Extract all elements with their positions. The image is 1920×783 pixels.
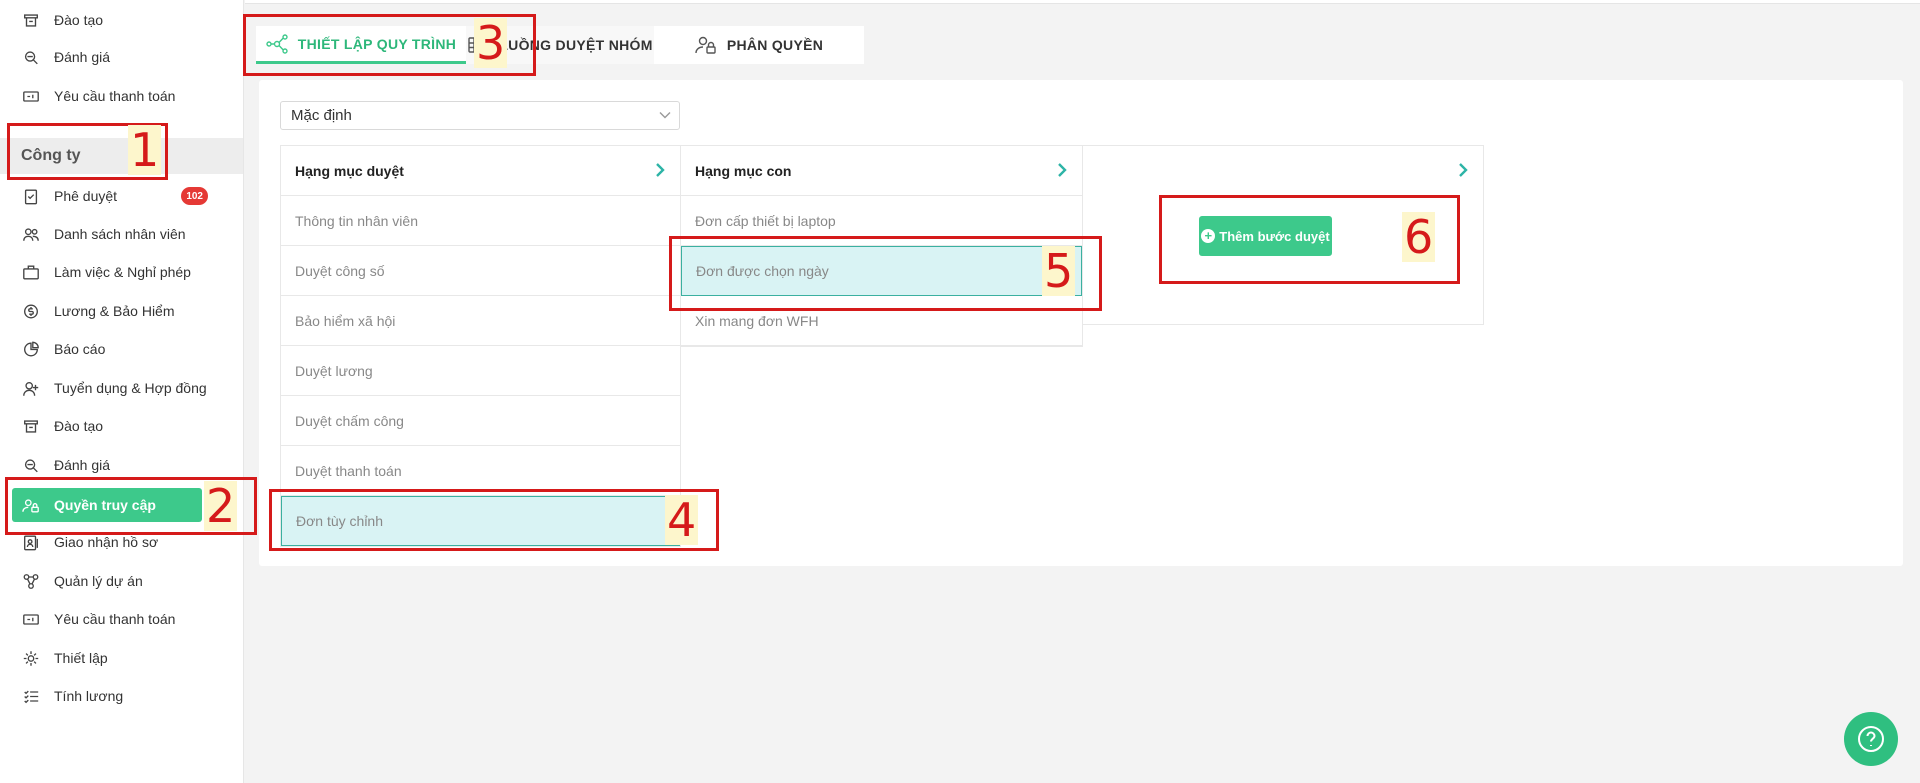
sidebar-item-label: Giao nhận hồ sơ [54,534,159,550]
sidebar-item-project[interactable]: Quản lý dự án [12,565,232,597]
user-lock-icon [695,36,716,54]
project-icon [12,572,40,591]
column-header [1083,146,1483,196]
sidebar-item-payment[interactable]: Yêu cầu thanh toán [12,603,232,635]
sidebar-item-label: Làm việc & Nghỉ phép [54,264,191,280]
sidebar: Đào tạo Đánh giá Yêu cầu thanh toán Công… [0,0,244,783]
sidebar-item-payroll[interactable]: Tính lương [12,680,232,712]
column-header: Hạng mục duyệt [281,146,680,196]
annotation-box-5 [669,236,1102,311]
sidebar-item-approval[interactable]: Phê duyệt 102 [12,180,232,212]
list-item[interactable]: Duyệt lương [281,346,680,396]
work-leave-icon [12,263,40,282]
training-icon [12,11,40,30]
report-icon [12,340,40,359]
sidebar-item-evaluation-top[interactable]: Đánh giá [12,41,232,73]
recruitment-icon [12,379,40,398]
annotation-number-5: 5 [1042,244,1076,298]
chevron-right-icon[interactable] [1056,162,1068,178]
tab-label: PHÂN QUYỀN [726,37,824,53]
sidebar-item-report[interactable]: Báo cáo [12,333,232,365]
payroll-icon [12,687,40,706]
chevron-down-icon [659,112,671,119]
dropdown-value: Mặc định [291,107,352,124]
sidebar-item-label: Thiết lập [54,650,108,666]
list-item[interactable]: Thông tin nhân viên [281,196,680,246]
sidebar-item-label: Đánh giá [54,457,111,473]
tab-permissions[interactable]: PHÂN QUYỀN [654,26,864,64]
sidebar-item-label: Quản lý dự án [54,573,143,589]
sidebar-item-employees[interactable]: Danh sách nhân viên [12,218,232,250]
documents-icon [12,533,40,552]
sidebar-item-label: Đào tạo [54,12,104,28]
help-icon [1858,726,1884,752]
workflow-dropdown[interactable]: Mặc định [280,101,680,130]
annotation-number-6: 6 [1402,210,1436,264]
sidebar-item-label: Danh sách nhân viên [54,226,186,242]
sidebar-item-settings[interactable]: Thiết lập [12,642,232,674]
sidebar-item-label: Yêu cầu thanh toán [54,611,176,627]
sidebar-item-label: Lương & Bảo Hiểm [54,303,175,319]
annotation-number-2: 2 [204,479,238,533]
sidebar-item-label: Tuyển dụng & Hợp đồng [54,380,207,396]
column-header: Hạng mục con [681,146,1082,196]
employees-icon [12,225,40,244]
approval-count-badge: 102 [181,187,208,205]
approval-icon [12,187,40,206]
sidebar-item-salary[interactable]: Lương & Bảo Hiểm [12,295,232,327]
sidebar-item-label: Tính lương [54,688,124,704]
evaluation-icon [12,456,40,475]
sidebar-item-recruitment[interactable]: Tuyển dụng & Hợp đồng [12,372,232,404]
chevron-right-icon[interactable] [654,162,666,178]
settings-icon [12,649,40,668]
sidebar-item-payment-top[interactable]: Yêu cầu thanh toán [12,80,232,112]
payment-icon [12,87,40,106]
training-icon [12,417,40,436]
annotation-number-4: 4 [665,493,699,547]
top-bar [245,0,1920,4]
salary-icon [12,302,40,321]
help-button[interactable] [1844,712,1898,766]
sidebar-item-label: Đào tạo [54,418,104,434]
approval-category-column: Hạng mục duyệt Thông tin nhân viên Duyệt… [280,145,681,547]
payment-icon [12,610,40,629]
sidebar-item-label: Đánh giá [54,49,111,65]
sidebar-item-label: Phê duyệt [54,188,118,204]
sidebar-item-label: Yêu cầu thanh toán [54,88,176,104]
list-item[interactable]: Duyệt chấm công [281,396,680,446]
annotation-number-1: 1 [128,123,162,177]
chevron-right-icon[interactable] [1457,162,1469,178]
sidebar-item-label: Báo cáo [54,341,106,357]
list-item[interactable]: Bảo hiểm xã hội [281,296,680,346]
sidebar-item-training-top[interactable]: Đào tạo [12,4,232,36]
evaluation-icon [12,48,40,67]
sidebar-item-work-leave[interactable]: Làm việc & Nghỉ phép [12,256,232,288]
annotation-box-4 [269,489,719,551]
sidebar-item-training[interactable]: Đào tạo [12,410,232,442]
annotation-number-3: 3 [474,16,508,70]
list-item[interactable]: Duyệt công số [281,246,680,296]
